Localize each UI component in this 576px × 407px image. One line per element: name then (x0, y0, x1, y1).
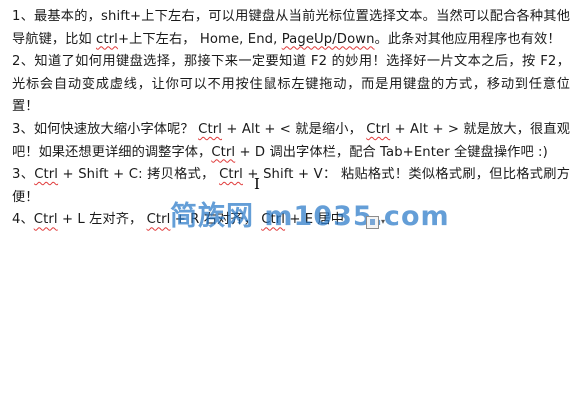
spellcheck-flagged-word: PageUp/Down (281, 31, 375, 47)
text-run: + L 左对齐， (57, 212, 147, 228)
paragraph[interactable]: 3、如何快速放大缩小字体呢？ Ctrl + Alt + < 就是缩小， Ctrl… (12, 119, 570, 164)
text-run: 3、 (12, 167, 35, 183)
spellcheck-flagged-word: Ctrl (211, 144, 236, 160)
spellcheck-flagged-word: ctrl (96, 31, 118, 47)
document-body[interactable]: 1、最基本的，shift+上下左右，可以用键盘从当前光标位置选择文本。当然可以配… (12, 6, 570, 232)
paragraph[interactable]: 1、最基本的，shift+上下左右，可以用键盘从当前光标位置选择文本。当然可以配… (12, 6, 570, 51)
paste-options-icon[interactable] (366, 216, 379, 229)
text-run: 4、 (12, 212, 34, 228)
text-ibeam-cursor-icon: I (254, 175, 260, 193)
text-run: + D 调出字体栏，配合 Tab+Enter 全键盘操作吧 :) (235, 144, 548, 160)
text-run: 3、如何快速放大缩小字体呢？ (12, 121, 199, 137)
text-run: 。此条对其他应用程序也有效！ (374, 31, 561, 47)
spellcheck-flagged-word: Ctrl (34, 167, 59, 183)
text-run: +上下左右， Home, End, (117, 31, 282, 47)
spellcheck-flagged-word: Ctrl (366, 121, 391, 137)
spellcheck-flagged-word: Ctrl (219, 167, 243, 183)
document-page[interactable]: 1、最基本的，shift+上下左右，可以用键盘从当前光标位置选择文本。当然可以配… (0, 0, 576, 407)
paste-options-dropdown-icon[interactable]: ▾ (381, 218, 385, 226)
spellcheck-flagged-word: Ctrl (198, 121, 223, 137)
text-run: + Shift + C: 拷贝格式， (58, 167, 220, 183)
text-run: + Alt + < 就是缩小， (222, 121, 367, 137)
text-run: + R 右对齐， (170, 212, 262, 228)
paragraph[interactable]: 3、Ctrl + Shift + C: 拷贝格式， Ctrl + Shift +… (12, 164, 570, 209)
paragraph[interactable]: 4、Ctrl + L 左对齐， Ctrl + R 右对齐， Ctrl + E 居… (12, 209, 570, 232)
text-run: + E 居中 (285, 212, 345, 228)
spellcheck-flagged-word: Ctrl (261, 212, 286, 228)
spellcheck-flagged-word: Ctrl (146, 212, 171, 228)
text-run: 2、知道了如何用键盘选择，那接下来一定要知道 F2 的妙用！选择好一片文本之后，… (12, 54, 570, 115)
spellcheck-flagged-word: Ctrl (33, 212, 58, 228)
paragraph[interactable]: 2、知道了如何用键盘选择，那接下来一定要知道 F2 的妙用！选择好一片文本之后，… (12, 51, 570, 119)
